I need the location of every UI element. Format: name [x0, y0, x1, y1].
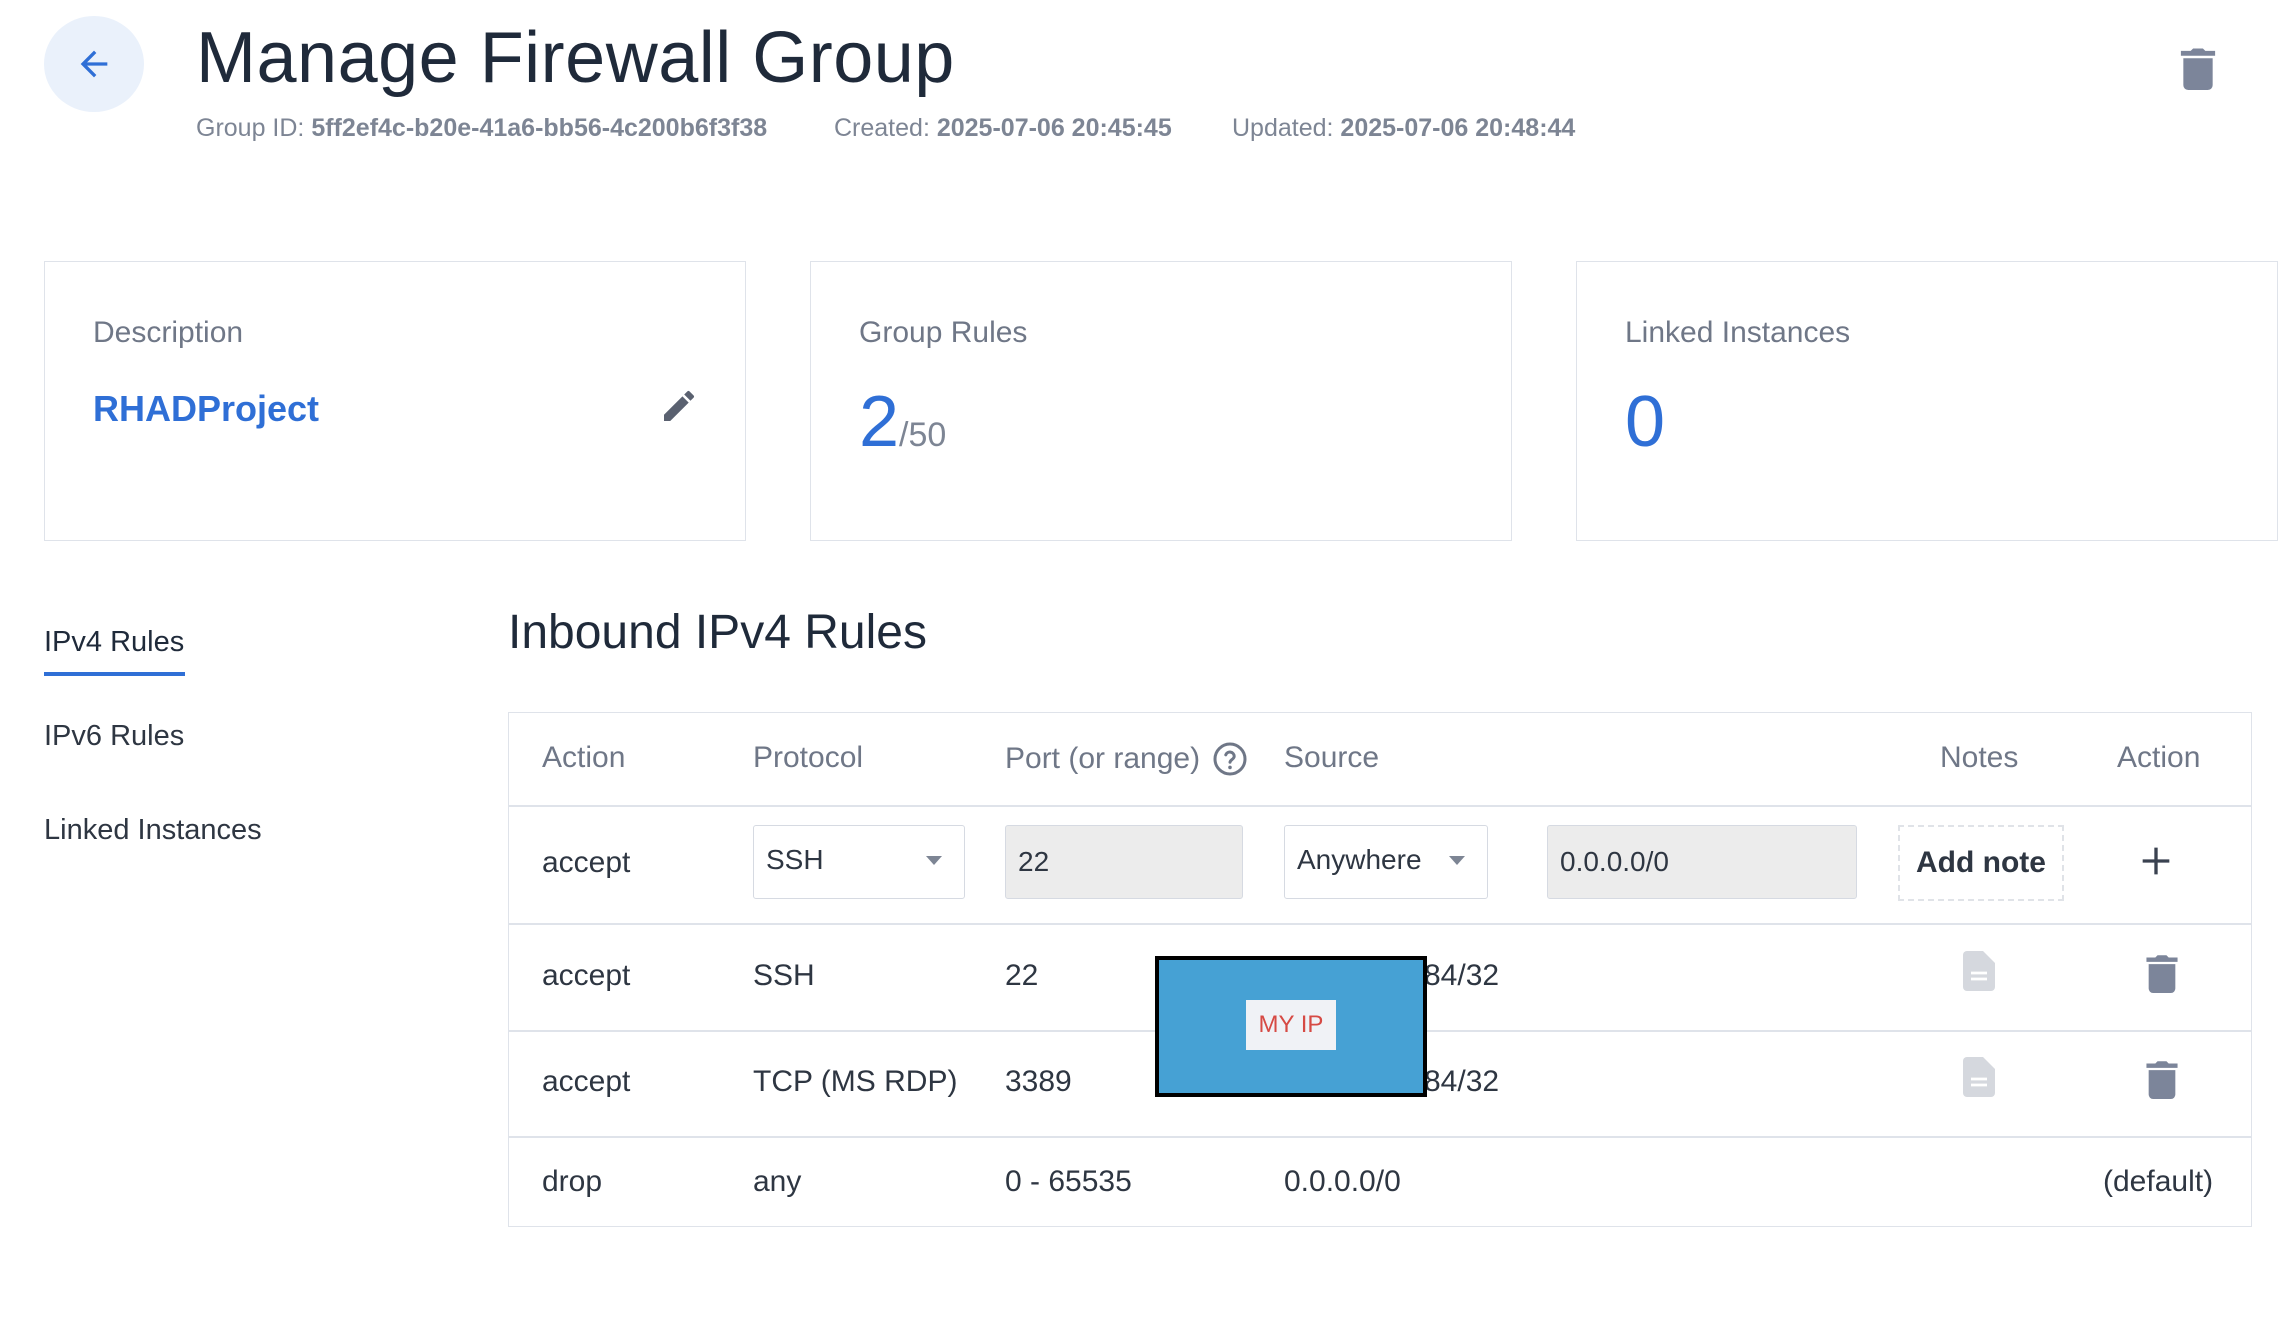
new-rule-action: accept	[542, 846, 631, 879]
rule-2-port: 3389	[1005, 1065, 1072, 1098]
updated-value: 2025-07-06 20:48:44	[1340, 114, 1576, 142]
rule-2-source: 84/32	[1424, 1065, 1500, 1098]
rule-1-source: 84/32	[1424, 959, 1500, 992]
port-input-value: 22	[1018, 846, 1050, 877]
rule-2-protocol: TCP (MS RDP)	[753, 1065, 958, 1098]
group-rules-label: Group Rules	[859, 316, 1028, 349]
group-id: Group ID: 5ff2ef4c-b20e-41a6-bb56-4c200b…	[196, 112, 767, 144]
rule-default-action: drop	[542, 1165, 603, 1198]
rule-default-protocol: any	[753, 1165, 802, 1198]
cidr-input-value: 0.0.0.0/0	[1560, 846, 1669, 877]
row-divider	[509, 1136, 2251, 1138]
delete-group-trash-icon[interactable]	[2180, 46, 2216, 90]
pencil-icon[interactable]	[659, 386, 699, 426]
add-note-button[interactable]: Add note	[1898, 825, 2064, 901]
chevron-down-icon	[926, 856, 942, 865]
nav-ipv6-rules[interactable]: IPv6 Rules	[44, 720, 184, 753]
row-divider	[509, 923, 2251, 925]
group-rules-count: 2/50	[859, 380, 946, 477]
trash-icon[interactable]	[2146, 953, 2178, 993]
document-icon[interactable]	[1962, 1057, 1996, 1097]
page-title: Manage Firewall Group	[196, 18, 955, 98]
description-label: Description	[93, 316, 244, 349]
header-source: Source	[1284, 741, 1380, 774]
group-rules-card: Group Rules 2/50	[810, 261, 1512, 541]
port-input[interactable]: 22	[1005, 825, 1243, 899]
description-card: Description RHADProject	[44, 261, 746, 541]
nav-active-indicator	[44, 672, 185, 676]
rule-1-port: 22	[1005, 959, 1039, 992]
header-port: Port (or range)	[1005, 741, 1248, 777]
linked-instances-card: Linked Instances 0	[1576, 261, 2278, 541]
rule-default-note: (default)	[2103, 1165, 2214, 1198]
protocol-select-value: SSH	[766, 844, 824, 875]
linked-instances-label: Linked Instances	[1625, 316, 1851, 349]
trash-icon[interactable]	[2146, 1059, 2178, 1099]
linked-instances-count: 0	[1625, 382, 1666, 462]
header-notes: Notes	[1940, 741, 2019, 774]
rule-1-protocol: SSH	[753, 959, 815, 992]
description-value: RHADProject	[93, 388, 320, 429]
nav-linked-instances[interactable]: Linked Instances	[44, 814, 262, 847]
rule-default-port: 0 - 65535	[1005, 1165, 1132, 1198]
rule-1-action: accept	[542, 959, 631, 992]
section-title: Inbound IPv4 Rules	[508, 606, 927, 659]
group-rules-max: /50	[899, 416, 947, 454]
chevron-down-icon	[1449, 856, 1465, 865]
group-id-value: 5ff2ef4c-b20e-41a6-bb56-4c200b6f3f38	[311, 114, 768, 142]
rule-2-action: accept	[542, 1065, 631, 1098]
redaction-label: MY IP	[1246, 1000, 1336, 1050]
redaction-box: MY IP	[1155, 956, 1427, 1097]
source-select[interactable]: Anywhere	[1284, 825, 1488, 899]
header-action: Action	[542, 741, 626, 774]
rule-default-source: 0.0.0.0/0	[1284, 1165, 1401, 1198]
help-circle-icon[interactable]	[1212, 741, 1248, 777]
group-id-label: Group ID:	[196, 114, 305, 142]
group-rules-count-value: 2	[859, 382, 900, 462]
document-icon[interactable]	[1962, 951, 1996, 991]
created-value: 2025-07-06 20:45:45	[936, 114, 1172, 142]
row-divider	[509, 805, 2251, 807]
header-protocol: Protocol	[753, 741, 864, 774]
back-button[interactable]	[44, 16, 144, 112]
plus-icon[interactable]	[2136, 841, 2176, 881]
header-port-label: Port (or range)	[1005, 742, 1201, 775]
updated-date: Updated: 2025-07-06 20:48:44	[1232, 112, 1575, 144]
source-select-value: Anywhere	[1297, 844, 1422, 875]
nav-ipv4-rules[interactable]: IPv4 Rules	[44, 626, 184, 659]
header-action-right: Action	[2117, 741, 2201, 774]
cidr-input[interactable]: 0.0.0.0/0	[1547, 825, 1857, 899]
back-arrow-icon	[80, 50, 108, 78]
created-label: Created:	[834, 114, 930, 142]
created-date: Created: 2025-07-06 20:45:45	[834, 112, 1172, 144]
protocol-select[interactable]: SSH	[753, 825, 965, 899]
updated-label: Updated:	[1232, 114, 1334, 142]
